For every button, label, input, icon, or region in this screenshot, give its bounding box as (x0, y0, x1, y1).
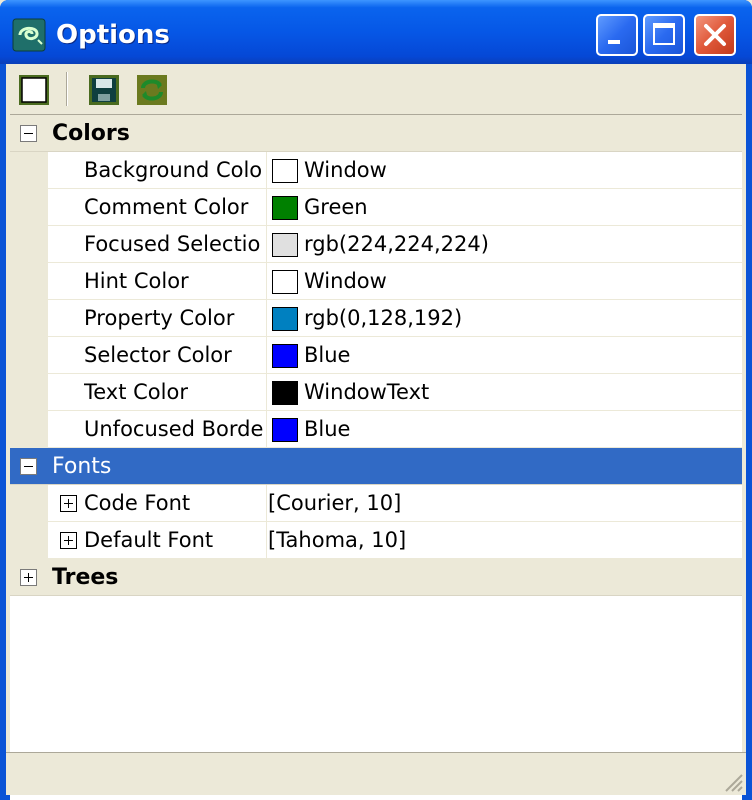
category-label: Fonts (52, 454, 112, 479)
expand-icon[interactable] (60, 495, 77, 512)
category-row-trees[interactable]: Trees (10, 559, 742, 596)
client-area: Colors Background Colo Window Comment Color… (6, 64, 746, 800)
collapse-icon[interactable] (20, 458, 37, 475)
category-row-fonts[interactable]: Fonts (10, 448, 742, 485)
property-grid[interactable]: Colors Background Colo Window Comment Color… (10, 114, 742, 800)
property-name: Background Colo (84, 158, 263, 182)
property-name: Comment Color (84, 195, 249, 219)
property-row[interactable]: Focused Selectio rgb(224,224,224) (10, 226, 742, 263)
row-gutter (10, 152, 48, 189)
property-name: Code Font (84, 491, 191, 515)
property-name: Hint Color (84, 269, 189, 293)
toolbar (6, 64, 746, 112)
property-name: Unfocused Borde (84, 417, 264, 441)
title-bar[interactable]: Options (0, 0, 752, 64)
minimize-icon (608, 40, 620, 44)
row-gutter (10, 337, 48, 374)
close-button[interactable] (694, 14, 736, 56)
options-window: Options Colors Background Colo Window Co… (0, 0, 752, 800)
color-swatch (272, 270, 298, 294)
property-value[interactable]: rgb(0,128,192) (304, 300, 462, 337)
color-swatch (272, 381, 298, 405)
row-gutter (10, 300, 48, 337)
property-value[interactable]: Blue (304, 337, 350, 374)
column-divider[interactable] (266, 300, 267, 337)
column-divider[interactable] (266, 152, 267, 189)
color-swatch (272, 307, 298, 331)
maximize-button[interactable] (643, 14, 685, 56)
toolbar-separator (66, 72, 68, 106)
property-value[interactable]: Green (304, 189, 368, 226)
column-divider[interactable] (266, 337, 267, 374)
category-label: Colors (52, 121, 130, 146)
new-page-icon[interactable] (16, 72, 52, 108)
category-label: Trees (52, 565, 119, 590)
property-row[interactable]: Code Font [Courier, 10] (10, 485, 742, 522)
property-value[interactable]: [Tahoma, 10] (268, 522, 406, 559)
column-divider[interactable] (266, 189, 267, 226)
row-gutter (10, 374, 48, 411)
property-value[interactable]: [Courier, 10] (268, 485, 401, 522)
expand-icon[interactable] (60, 532, 77, 549)
property-name: Property Color (84, 306, 235, 330)
column-divider[interactable] (266, 226, 267, 263)
refresh-icon[interactable] (134, 72, 170, 108)
property-value[interactable]: WindowText (304, 374, 429, 411)
property-row[interactable]: Text Color WindowText (10, 374, 742, 411)
color-swatch (272, 196, 298, 220)
column-divider[interactable] (266, 374, 267, 411)
minimize-button[interactable] (596, 14, 638, 56)
row-gutter (10, 189, 48, 226)
property-row[interactable]: Default Font [Tahoma, 10] (10, 522, 742, 559)
collapse-icon[interactable] (20, 125, 37, 142)
property-row[interactable]: Hint Color Window (10, 263, 742, 300)
property-name: Text Color (84, 380, 188, 404)
close-icon (704, 24, 726, 46)
color-swatch (272, 159, 298, 183)
color-swatch (272, 233, 298, 257)
row-gutter (10, 263, 48, 300)
property-value[interactable]: Blue (304, 411, 350, 448)
property-value[interactable]: Window (304, 263, 387, 300)
maximize-icon (653, 23, 675, 45)
category-row-colors[interactable]: Colors (10, 115, 742, 152)
color-swatch (272, 418, 298, 442)
expand-icon[interactable] (20, 569, 37, 586)
property-value[interactable]: rgb(224,224,224) (304, 226, 489, 263)
property-name: Focused Selectio (84, 232, 261, 256)
property-value[interactable]: Window (304, 152, 387, 189)
color-swatch (272, 344, 298, 368)
status-bar (6, 752, 746, 795)
resize-grip-icon[interactable] (720, 769, 744, 793)
property-row[interactable]: Unfocused Borde Blue (10, 411, 742, 448)
property-name: Default Font (84, 528, 214, 552)
row-gutter (10, 522, 48, 559)
property-row[interactable]: Comment Color Green (10, 189, 742, 226)
row-gutter (10, 485, 48, 522)
save-disk-icon[interactable] (86, 72, 122, 108)
column-divider[interactable] (266, 522, 267, 559)
row-gutter (10, 411, 48, 448)
column-divider[interactable] (266, 411, 267, 448)
app-swirl-icon[interactable] (12, 18, 46, 52)
property-row[interactable]: Property Color rgb(0,128,192) (10, 300, 742, 337)
property-row[interactable]: Selector Color Blue (10, 337, 742, 374)
property-name: Selector Color (84, 343, 232, 367)
column-divider[interactable] (266, 263, 267, 300)
row-gutter (10, 226, 48, 263)
window-title: Options (56, 20, 170, 50)
property-row[interactable]: Background Colo Window (10, 152, 742, 189)
column-divider[interactable] (266, 485, 267, 522)
